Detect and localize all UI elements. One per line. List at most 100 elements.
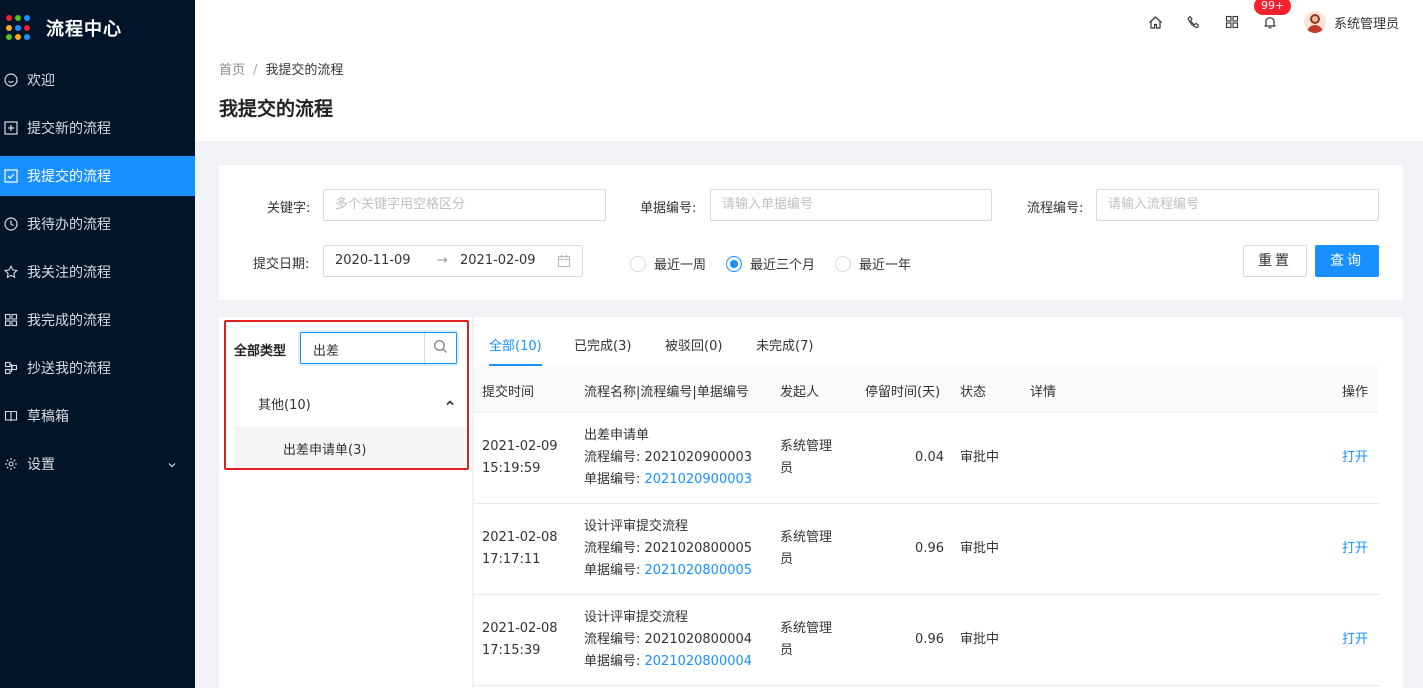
radio-last-week[interactable]: 最近一周 (630, 254, 706, 273)
smile-icon (4, 73, 18, 87)
submit-time: 15:19:59 (482, 461, 541, 476)
doc-number: 单据编号: 2021020800005 (584, 560, 752, 582)
stay-days: 0.96 (915, 541, 944, 556)
doc-number-label: 单据编号: (584, 472, 645, 487)
table-row: 2021-02-09 15:19:59 出差申请单 流程编号: 20210209… (474, 413, 1379, 504)
initiator-line1: 系统管理 (780, 621, 833, 636)
date-range-picker[interactable]: 2020-11-09 → 2021-02-09 (323, 245, 583, 277)
sidebar-item-my-completed[interactable]: 我完成的流程 (0, 300, 195, 340)
column-header: 提交时间 (482, 385, 535, 400)
open-link[interactable]: 打开 (1342, 629, 1368, 651)
tab-rejected[interactable]: 被驳回(0) (665, 335, 722, 354)
date-start[interactable]: 2020-11-09 (335, 253, 411, 268)
notification-bell[interactable]: 99+ (1253, 0, 1292, 30)
chevron-down-icon (167, 458, 177, 474)
arrow-right-icon: → (437, 253, 448, 268)
tab-all[interactable]: 全部(10) (489, 335, 542, 354)
initiator-line2: 员 (780, 643, 794, 658)
sidebar-item-my-todo[interactable]: 我待办的流程 (0, 204, 195, 244)
status-text: 审批中 (960, 450, 1000, 465)
type-search-value: 出差 (313, 344, 340, 359)
doc-no-input[interactable]: 请输入单据编号 (710, 189, 992, 221)
sidebar-menu: 欢迎 提交新的流程 我提交的流程 我待办的流程 我关注的流程 我完成的流程 抄送… (0, 60, 195, 484)
tab-incomplete[interactable]: 未完成(7) (756, 335, 813, 354)
date-end[interactable]: 2021-02-09 (460, 253, 536, 268)
doc-no-label: 单据编号: (640, 201, 697, 216)
radio-label: 最近一周 (654, 258, 707, 273)
submit-time: 17:15:39 (482, 643, 541, 658)
doc-number: 单据编号: 2021020900003 (584, 469, 752, 491)
submit-time: 17:17:11 (482, 552, 541, 567)
radio-button (630, 255, 646, 272)
doc-number-link[interactable]: 2021020900003 (645, 472, 753, 487)
column-header: 操作 (1342, 385, 1369, 400)
open-link[interactable]: 打开 (1342, 538, 1368, 560)
home-icon[interactable] (1148, 14, 1164, 30)
active-tab-indicator (489, 364, 542, 366)
initiator-line1: 系统管理 (780, 530, 833, 545)
clock-icon (4, 217, 18, 231)
submit-date: 2021-02-09 (482, 439, 558, 454)
table-row: 2021-02-08 17:15:39 设计评审提交流程 流程编号: 20210… (474, 595, 1379, 686)
process-name: 设计评审提交流程 (584, 519, 689, 534)
keyword-input[interactable]: 多个关键字用空格区分 (323, 189, 606, 221)
sidebar-item-submit-new[interactable]: 提交新的流程 (0, 108, 195, 148)
submit-date: 2021-02-08 (482, 621, 558, 636)
tab-completed[interactable]: 已完成(3) (574, 335, 631, 354)
sidebar: 流程中心 欢迎 提交新的流程 我提交的流程 我待办的流程 我关注的流程 我完成的… (0, 0, 195, 688)
avatar[interactable] (1303, 11, 1326, 33)
column-header: 流程名称|流程编号|单据编号 (584, 385, 749, 400)
sidebar-item-settings[interactable]: 设置 (0, 444, 195, 484)
phone-icon[interactable] (1186, 14, 1202, 30)
tree-node-other[interactable]: 其他(10) (258, 394, 311, 413)
appstore-icon[interactable] (1224, 14, 1240, 30)
sidebar-item-my-followed[interactable]: 我关注的流程 (0, 252, 195, 292)
sidebar-item-label: 提交新的流程 (27, 121, 111, 137)
breadcrumb-current: 我提交的流程 (265, 63, 344, 78)
initiator-line1: 系统管理 (780, 439, 833, 454)
search-button[interactable] (424, 333, 456, 363)
sidebar-item-welcome[interactable]: 欢迎 (0, 60, 195, 100)
column-header: 发起人 (780, 385, 820, 400)
doc-number: 单据编号: 2021020800004 (584, 651, 752, 673)
query-button[interactable]: 查询 (1315, 245, 1379, 277)
keyword-label: 关键字: (267, 201, 311, 216)
sidebar-item-label: 抄送我的流程 (27, 361, 111, 377)
radio-button (835, 255, 851, 272)
flow-no-input[interactable]: 请输入流程编号 (1096, 189, 1379, 221)
doc-number-link[interactable]: 2021020800005 (645, 563, 753, 578)
chevron-up-icon[interactable] (445, 397, 455, 412)
check-square-icon (4, 169, 18, 183)
doc-number-link[interactable]: 2021020800004 (645, 654, 753, 669)
flow-number: 流程编号: 2021020800004 (584, 632, 753, 647)
doc-number-label: 单据编号: (584, 563, 645, 578)
logo[interactable]: 流程中心 (0, 0, 195, 56)
breadcrumb-separator: / (253, 63, 258, 78)
sidebar-item-my-submitted[interactable]: 我提交的流程 (0, 156, 195, 196)
doc-number-label: 单据编号: (584, 654, 645, 669)
column-header: 详情 (1030, 385, 1057, 400)
flow-number: 流程编号: 2021020800005 (584, 541, 753, 556)
date-label: 提交日期: (253, 257, 310, 272)
sidebar-item-label: 欢迎 (27, 73, 55, 89)
radio-last-three-months[interactable]: 最近三个月 (726, 254, 815, 273)
breadcrumb-home[interactable]: 首页 (219, 63, 245, 78)
sidebar-item-drafts[interactable]: 草稿箱 (0, 396, 195, 436)
page-title: 我提交的流程 (219, 98, 334, 120)
sidebar-item-label: 我提交的流程 (27, 169, 111, 185)
radio-label: 最近三个月 (750, 258, 816, 273)
initiator-line2: 员 (780, 461, 794, 476)
cluster-icon (4, 361, 18, 375)
submit-date: 2021-02-08 (482, 530, 558, 545)
flow-number: 流程编号: 2021020900003 (584, 450, 753, 465)
reset-button[interactable]: 重置 (1243, 245, 1307, 277)
radio-last-year[interactable]: 最近一年 (835, 254, 911, 273)
sidebar-item-label: 我关注的流程 (27, 265, 111, 281)
tree-node-travel-request[interactable]: 出差申请单(3) (234, 427, 466, 467)
user-name[interactable]: 系统管理员 (1334, 13, 1399, 32)
type-search-input[interactable]: 出差 (300, 332, 457, 364)
sidebar-item-cc-me[interactable]: 抄送我的流程 (0, 348, 195, 388)
app-title: 流程中心 (46, 19, 122, 40)
open-link[interactable]: 打开 (1342, 447, 1368, 469)
bell-icon (1262, 17, 1278, 34)
